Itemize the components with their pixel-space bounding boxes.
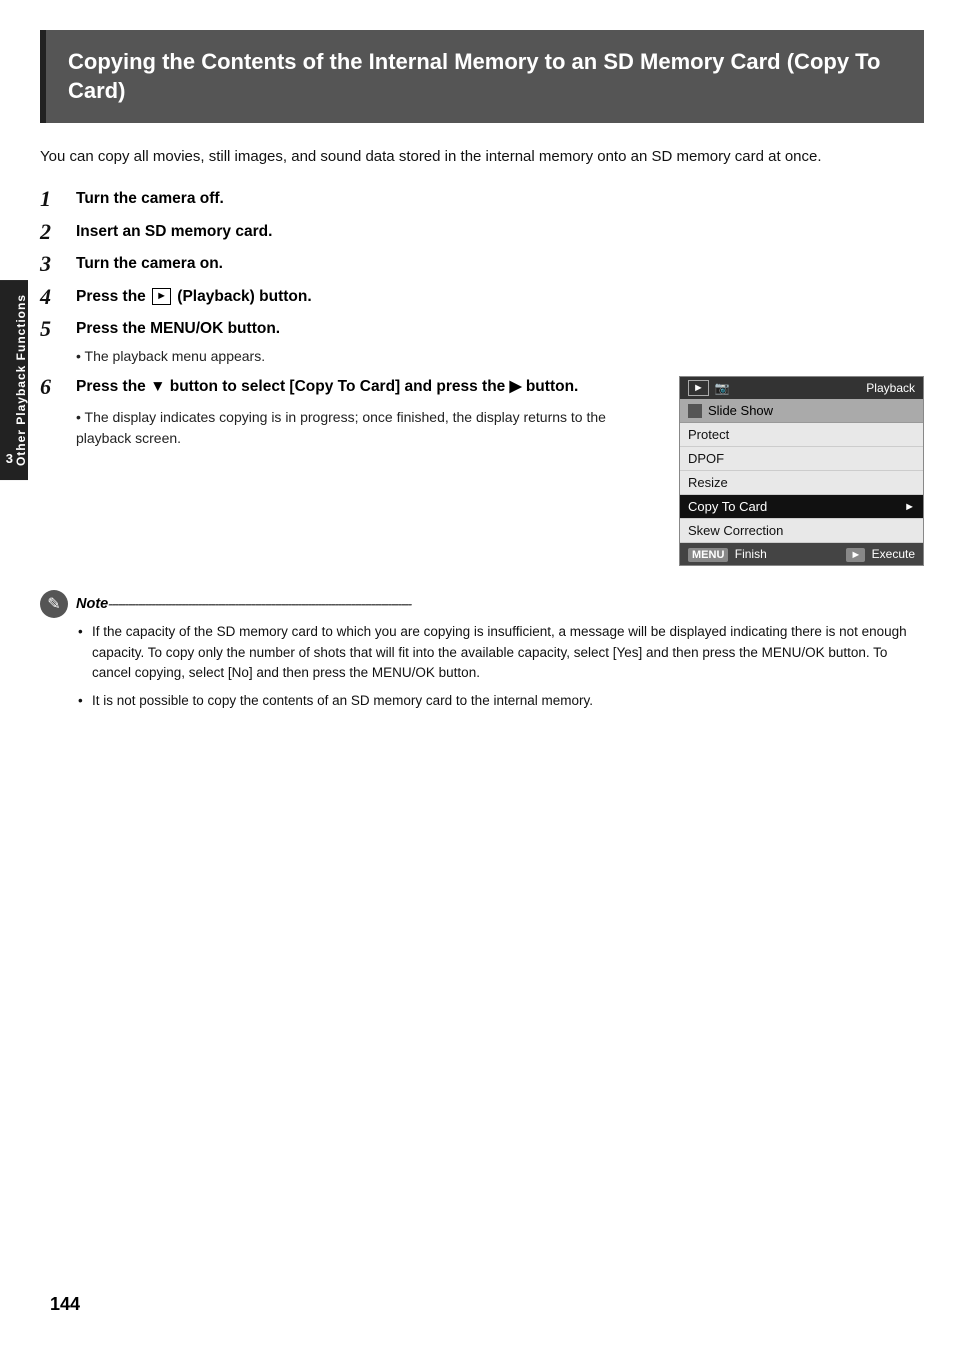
step-1: 1 Turn the camera off. — [40, 186, 924, 212]
protect-label: Protect — [688, 427, 729, 442]
menu-item-dpof: DPOF — [680, 447, 923, 471]
menu-footer: MENU Finish ► Execute — [680, 543, 923, 565]
note-bullets: If the capacity of the SD memory card to… — [78, 622, 924, 711]
menu-item-skewcorrection: Skew Correction — [680, 519, 923, 543]
note-dashes: ----------------------------------------… — [108, 596, 411, 611]
step-6-text: Press the ▼ button to select [Copy To Ca… — [76, 374, 578, 398]
menu-item-slideshow: Slide Show — [680, 399, 923, 423]
menu-footer-right: ► Execute — [846, 547, 915, 561]
step-3-text: Turn the camera on. — [76, 251, 223, 275]
side-tab: 3 Other Playback Functions — [0, 280, 28, 480]
step-5-bullet: The playback menu appears. — [76, 348, 924, 364]
intro-text: You can copy all movies, still images, a… — [40, 145, 924, 168]
steps-list: 1 Turn the camera off. 2 Insert an SD me… — [40, 186, 924, 566]
footer-finish-label: Finish — [735, 547, 767, 561]
step-2: 2 Insert an SD memory card. — [40, 219, 924, 245]
menu-key-finish: MENU — [688, 548, 728, 562]
step-6-desc: The display indicates copying is in prog… — [76, 407, 661, 449]
menu-footer-left: MENU Finish — [688, 547, 767, 561]
menu-header: ► 📷 Playback — [680, 377, 923, 399]
main-content: Copying the Contents of the Internal Mem… — [40, 0, 924, 711]
step-6-left: 6 Press the ▼ button to select [Copy To … — [40, 374, 661, 448]
step-1-num: 1 — [40, 186, 76, 212]
menu-item-resize: Resize — [680, 471, 923, 495]
footer-execute-label: Execute — [872, 547, 915, 561]
step-2-text: Insert an SD memory card. — [76, 219, 272, 243]
note-label: Note — [76, 596, 108, 612]
note-icon: ✎ — [40, 590, 68, 618]
note-bullet-2: It is not possible to copy the contents … — [78, 691, 924, 711]
menu-key-execute: ► — [846, 548, 865, 562]
copytocard-arrow: ► — [904, 501, 915, 513]
note-header: ✎ Note----------------------------------… — [40, 590, 924, 618]
tab-label: Other Playback Functions — [14, 294, 28, 466]
menu-header-label: Playback — [866, 381, 915, 395]
step-2-num: 2 — [40, 219, 76, 245]
step-3: 3 Turn the camera on. — [40, 251, 924, 277]
step-4-text: Press the ► (Playback) button. — [76, 284, 312, 308]
copytocard-label: Copy To Card — [688, 499, 767, 514]
camera-menu: ► 📷 Playback Slide Show Protect DPOF — [679, 376, 924, 566]
page-number: 144 — [50, 1294, 80, 1315]
step-6-area: 6 Press the ▼ button to select [Copy To … — [40, 374, 924, 566]
menu-item-copytocard: Copy To Card ► — [680, 495, 923, 519]
playback-mode-icon: ► — [688, 380, 709, 396]
step-5: 5 Press the MENU/OK button. — [40, 316, 924, 342]
page-title: Copying the Contents of the Internal Mem… — [68, 48, 902, 105]
step-5-num: 5 — [40, 316, 76, 342]
step-3-num: 3 — [40, 251, 76, 277]
step-4: 4 Press the ► (Playback) button. — [40, 284, 924, 310]
menu-item-protect: Protect — [680, 423, 923, 447]
title-box: Copying the Contents of the Internal Mem… — [40, 30, 924, 123]
step-1-text: Turn the camera off. — [76, 186, 224, 210]
note-title: Note------------------------------------… — [76, 596, 411, 612]
playback-icon: ► — [152, 288, 171, 305]
slideshow-label: Slide Show — [708, 403, 773, 418]
step-6: 6 Press the ▼ button to select [Copy To … — [40, 374, 661, 400]
step-5-text: Press the MENU/OK button. — [76, 316, 280, 340]
dpof-label: DPOF — [688, 451, 724, 466]
note-section: ✎ Note----------------------------------… — [40, 584, 924, 711]
skewcorrection-label: Skew Correction — [688, 523, 783, 538]
step-6-num: 6 — [40, 374, 76, 400]
resize-label: Resize — [688, 475, 728, 490]
menu-header-icon2: 📷 — [715, 381, 730, 395]
menu-header-icons: ► 📷 — [688, 380, 730, 396]
tab-number: 3 — [6, 451, 14, 466]
slideshow-icon — [688, 404, 702, 418]
step-4-num: 4 — [40, 284, 76, 310]
note-bullet-1: If the capacity of the SD memory card to… — [78, 622, 924, 683]
